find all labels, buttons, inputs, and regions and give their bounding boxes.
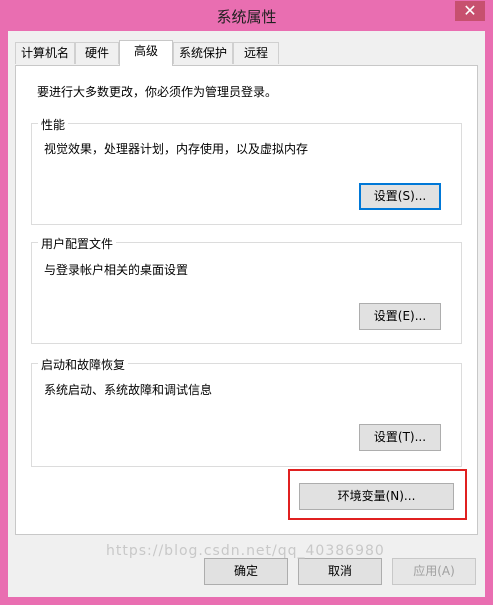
performance-settings-button[interactable]: 设置(S)... [359,183,441,210]
group-description: 视觉效果，处理器计划，内存使用，以及虚拟内存 [44,142,309,156]
group-title: 启动和故障恢复 [38,356,129,373]
performance-group: 性能 视觉效果，处理器计划，内存使用，以及虚拟内存 设置(S)... [31,116,462,225]
tab-label: 硬件 [84,46,109,60]
close-icon: ✕ [463,1,477,20]
tab-remote[interactable]: 远程 [233,42,279,64]
apply-button[interactable]: 应用(A) [392,558,476,585]
dialog-client-area: 计算机名 硬件 高级 系统保护 远程 要进行大多数更改，你必须作为管理员登录。 … [8,31,485,597]
ok-button[interactable]: 确定 [204,558,288,585]
tab-label: 高级 [133,44,158,58]
cancel-button[interactable]: 取消 [298,558,382,585]
tab-label: 远程 [243,46,268,60]
admin-notice: 要进行大多数更改，你必须作为管理员登录。 [37,85,278,99]
startup-recovery-settings-button[interactable]: 设置(T)... [359,424,441,451]
group-description: 系统启动、系统故障和调试信息 [44,383,213,397]
group-description: 与登录帐户相关的桌面设置 [44,263,189,277]
startup-recovery-group: 启动和故障恢复 系统启动、系统故障和调试信息 设置(T)... [31,356,462,467]
tab-system-protection[interactable]: 系统保护 [173,42,233,64]
group-title: 性能 [38,116,69,133]
title-bar[interactable]: 系统属性 ✕ [0,0,493,31]
system-properties-window: 系统属性 ✕ 计算机名 硬件 高级 系统保护 远程 要进行大多数更改，你必须作为… [0,0,493,605]
tab-label: 系统保护 [178,46,227,60]
watermark: https://blog.csdn.net/qq_40386980 [106,543,385,559]
user-profiles-settings-button[interactable]: 设置(E)... [359,303,441,330]
user-profiles-group: 用户配置文件 与登录帐户相关的桌面设置 设置(E)... [31,235,462,344]
tab-computer-name[interactable]: 计算机名 [15,42,75,64]
environment-variables-button[interactable]: 环境变量(N)... [299,483,454,510]
group-title: 用户配置文件 [38,235,117,252]
tab-advanced[interactable]: 高级 [119,40,173,66]
tab-label: 计算机名 [20,46,69,60]
tab-hardware[interactable]: 硬件 [75,42,119,64]
window-title: 系统属性 [216,8,277,26]
close-button[interactable]: ✕ [455,1,485,21]
